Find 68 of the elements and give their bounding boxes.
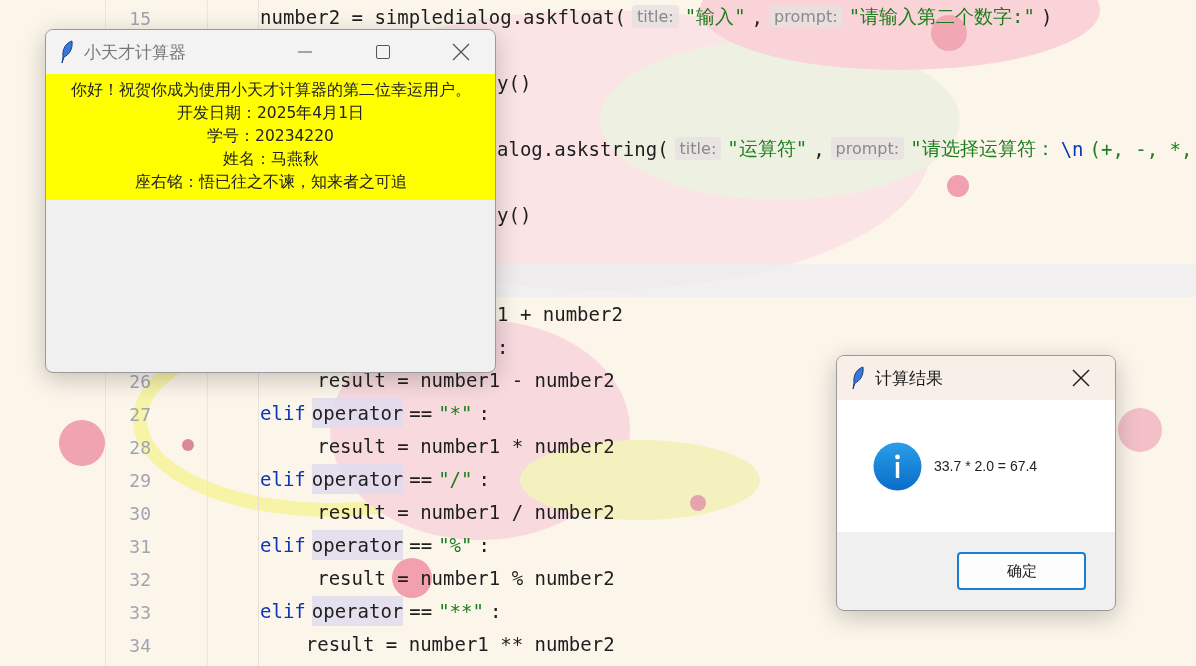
label-text: 你好！祝贺你成为使用小天才计算器的第二位幸运用户。 (70, 80, 471, 101)
code-text: number2 = simpledialog.askfloat( (260, 5, 627, 28)
code-text: , (813, 137, 825, 160)
code-keyword: elif (260, 599, 306, 622)
info-icon (873, 441, 922, 491)
code-text: : (497, 335, 509, 358)
code-string: "%" (438, 533, 473, 556)
code-text: == (409, 599, 433, 622)
code-string: "运算符" (727, 135, 808, 161)
code-keyword: elif (260, 533, 306, 556)
code-keyword: elif (260, 401, 306, 424)
code-text: result = number1 ** number2 (304, 632, 615, 655)
code-string: "请输入第二个数字:" (848, 3, 1035, 29)
close-icon (452, 43, 470, 61)
line-number: 33 (129, 601, 151, 623)
code-string: "*" (438, 401, 473, 424)
code-text: ) (1040, 5, 1053, 28)
line-number: 32 (129, 568, 151, 590)
result-message: 33.7 * 2.0 = 67.4 (934, 458, 1038, 474)
label-text: 学号：20234220 (207, 126, 334, 147)
parameter-hint: title: (632, 5, 679, 28)
code-string: "输入" (684, 3, 746, 29)
code-string: "/" (438, 467, 473, 490)
code-text: result = number1 * number2 (316, 434, 615, 457)
parameter-hint: prompt: (830, 137, 905, 160)
code-keyword: elif (260, 467, 306, 490)
code-text: result = number1 / number2 (316, 500, 615, 523)
code-text: == (409, 533, 433, 556)
label-text: 座右铭：悟已往之不谏，知来者之可追 (134, 172, 407, 193)
maximize-icon (375, 44, 391, 60)
line-number: 29 (129, 469, 151, 491)
code-string: (+, -, *, (1089, 137, 1193, 160)
line-number: 30 (129, 502, 151, 524)
code-text: : (478, 533, 490, 556)
feather-icon (60, 40, 74, 64)
parameter-hint: title: (674, 137, 722, 160)
close-icon (1072, 369, 1090, 387)
code-text: operator (311, 595, 404, 626)
code-text: result = number1 - number2 (316, 368, 615, 391)
line-number: 26 (129, 370, 151, 392)
code-text: operator (311, 397, 404, 428)
code-text: : (478, 467, 490, 490)
code-text: alog.askstring( (497, 137, 669, 160)
dialog-title: 计算结果 (875, 366, 944, 390)
feather-icon (851, 366, 865, 390)
minimize-icon (297, 51, 313, 53)
code-string: "请选择运算符： (910, 135, 1055, 161)
code-text: == (409, 467, 433, 490)
code-text: operator (311, 463, 404, 494)
code-text: result = number1 % number2 (316, 566, 615, 589)
code-text: operator (311, 529, 404, 560)
line-number: 31 (129, 535, 151, 557)
parameter-hint: prompt: (769, 5, 843, 28)
code-text: == (409, 401, 433, 424)
code-text: 1 + number2 (497, 302, 623, 325)
code-text: y() (497, 71, 532, 94)
line-number: 15 (129, 7, 151, 29)
code-string: "**" (438, 599, 484, 622)
code-text: \n (1060, 137, 1084, 160)
code-text: , (751, 5, 764, 28)
code-text: : (478, 401, 490, 424)
window-title: 小天才计算器 (84, 40, 187, 64)
ok-button[interactable]: 确定 (957, 552, 1086, 590)
code-text: y() (497, 203, 532, 226)
line-number: 34 (129, 634, 151, 656)
label-text: 开发日期：2025年4月1日 (176, 103, 365, 124)
label-text: 姓名：马燕秋 (222, 149, 319, 170)
code-text: : (489, 599, 502, 622)
